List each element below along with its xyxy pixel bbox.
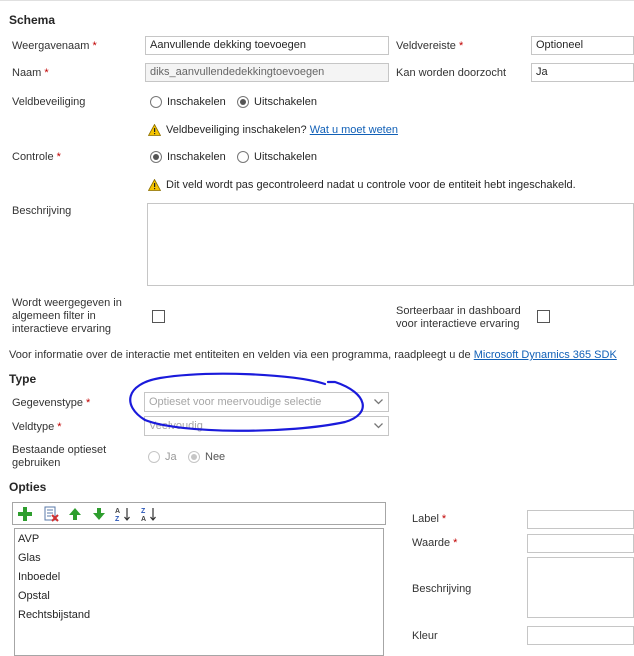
required-asterisk: * bbox=[44, 67, 49, 79]
veldtype-label: Veldtype * bbox=[12, 421, 62, 433]
radio-label: Inschakelen bbox=[167, 151, 226, 163]
required-asterisk: * bbox=[56, 151, 61, 163]
veldbeveiliging-inschakelen-radio[interactable]: Inschakelen bbox=[150, 96, 226, 108]
veldbeveiliging-label: Veldbeveiliging bbox=[12, 96, 86, 108]
arrow-down-icon[interactable] bbox=[91, 506, 107, 522]
weergavenaam-input[interactable]: Aanvullende dekking toevoegen bbox=[145, 36, 389, 55]
radio-indicator bbox=[150, 96, 162, 108]
chevron-down-icon bbox=[374, 423, 383, 429]
veldvereiste-select[interactable]: Optioneel bbox=[531, 36, 634, 55]
weergegeven-filter-label: Wordt weergegeven in algemeen filter in … bbox=[12, 297, 122, 335]
option-kleur-input[interactable] bbox=[527, 626, 634, 645]
section-title-type: Type bbox=[9, 372, 37, 386]
wat-u-moet-weten-link[interactable]: Wat u moet weten bbox=[310, 124, 398, 136]
warning-text: Dit veld wordt pas gecontroleerd nadat u… bbox=[166, 179, 576, 191]
option-label-label: Label * bbox=[412, 513, 447, 525]
weergegeven-filter-checkbox[interactable] bbox=[152, 310, 165, 323]
radio-label: Inschakelen bbox=[167, 96, 226, 108]
kan-worden-doorzocht-select[interactable]: Ja bbox=[531, 63, 634, 82]
beschrijving-label: Beschrijving bbox=[12, 205, 72, 217]
sdk-link[interactable]: Microsoft Dynamics 365 SDK bbox=[474, 349, 617, 361]
bestaande-optieset-label: Bestaande optieset gebruiken bbox=[12, 444, 107, 469]
gegevenstype-label: Gegevenstype * bbox=[12, 397, 91, 409]
controle-warning: Dit veld wordt pas gecontroleerd nadat u… bbox=[148, 179, 576, 191]
required-asterisk: * bbox=[85, 397, 91, 409]
required-asterisk: * bbox=[92, 40, 97, 52]
required-asterisk: * bbox=[441, 513, 447, 525]
list-item[interactable]: Rechtsbijstand bbox=[18, 609, 90, 621]
option-waarde-label: Waarde * bbox=[412, 537, 458, 549]
radio-label: Ja bbox=[165, 451, 177, 463]
controle-uitschakelen-radio[interactable]: Uitschakelen bbox=[237, 151, 317, 163]
sorteerbaar-label: Sorteerbaar in dashboard voor interactie… bbox=[396, 305, 521, 330]
radio-indicator bbox=[150, 151, 162, 163]
radio-indicator bbox=[237, 151, 249, 163]
radio-label: Nee bbox=[205, 451, 226, 463]
radio-label: Uitschakelen bbox=[254, 151, 317, 163]
veldbeveiliging-uitschakelen-radio[interactable]: Uitschakelen bbox=[237, 96, 317, 108]
veldbeveiliging-warning: Veldbeveiliging inschakelen? Wat u moet … bbox=[148, 124, 398, 136]
option-label-input[interactable] bbox=[527, 510, 634, 529]
opties-listbox[interactable]: AVP Glas Inboedel Opstal Rechtsbijstand bbox=[14, 528, 384, 656]
sdk-info-text: Voor informatie over de interactie met e… bbox=[9, 349, 617, 361]
controle-inschakelen-radio[interactable]: Inschakelen bbox=[150, 151, 226, 163]
svg-text:A: A bbox=[141, 516, 146, 522]
warning-icon bbox=[148, 179, 161, 191]
warning-icon bbox=[148, 124, 161, 136]
radio-indicator bbox=[188, 451, 200, 463]
option-beschrijving-label: Beschrijving bbox=[412, 583, 472, 595]
weergavenaam-label: Weergavenaam * bbox=[12, 40, 97, 52]
bestaande-optieset-ja-radio[interactable]: Ja bbox=[148, 451, 177, 463]
svg-text:A: A bbox=[115, 508, 120, 515]
top-divider bbox=[0, 0, 634, 1]
radio-indicator bbox=[148, 451, 160, 463]
kan-worden-doorzocht-label: Kan worden doorzocht bbox=[396, 67, 507, 79]
option-beschrijving-textarea[interactable] bbox=[527, 557, 634, 618]
beschrijving-textarea[interactable] bbox=[147, 203, 634, 286]
required-asterisk: * bbox=[57, 421, 62, 433]
chevron-down-icon bbox=[374, 399, 383, 405]
list-item[interactable]: AVP bbox=[18, 533, 39, 545]
sorteerbaar-checkbox[interactable] bbox=[537, 310, 550, 323]
option-waarde-input[interactable] bbox=[527, 534, 634, 553]
svg-text:Z: Z bbox=[115, 516, 120, 522]
list-item[interactable]: Inboedel bbox=[18, 571, 60, 583]
opties-toolbar: AZ ZA bbox=[12, 502, 386, 525]
required-asterisk: * bbox=[458, 40, 464, 52]
annotation-ellipse bbox=[129, 372, 364, 432]
list-item[interactable]: Opstal bbox=[18, 590, 50, 602]
naam-label: Naam * bbox=[12, 67, 49, 79]
bestaande-optieset-nee-radio[interactable]: Nee bbox=[188, 451, 225, 463]
naam-input[interactable]: diks_aanvullendedekkingtoevoegen bbox=[145, 63, 389, 82]
sort-za-icon[interactable]: ZA bbox=[141, 506, 157, 522]
section-title-schema: Schema bbox=[9, 13, 56, 27]
option-kleur-label: Kleur bbox=[412, 630, 438, 642]
add-icon[interactable] bbox=[17, 506, 33, 522]
svg-text:Z: Z bbox=[141, 508, 146, 515]
required-asterisk: * bbox=[453, 537, 458, 549]
list-item[interactable]: Glas bbox=[18, 552, 41, 564]
edit-icon[interactable] bbox=[43, 506, 59, 522]
sort-az-icon[interactable]: AZ bbox=[115, 506, 131, 522]
radio-label: Uitschakelen bbox=[254, 96, 317, 108]
veldvereiste-label: Veldvereiste * bbox=[396, 40, 464, 52]
radio-indicator bbox=[237, 96, 249, 108]
section-title-opties: Opties bbox=[9, 480, 47, 494]
warning-text: Veldbeveiliging inschakelen? bbox=[166, 124, 307, 136]
arrow-up-icon[interactable] bbox=[67, 506, 83, 522]
controle-label: Controle * bbox=[12, 151, 61, 163]
